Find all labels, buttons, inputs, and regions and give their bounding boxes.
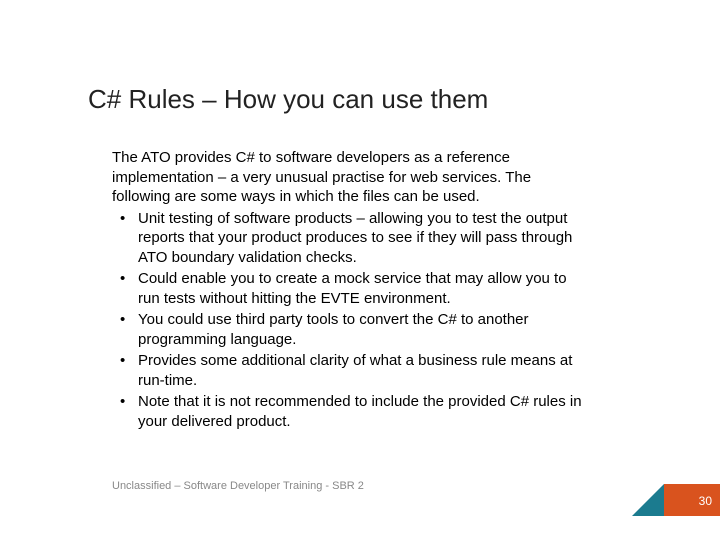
slide: C# Rules – How you can use them The ATO … (0, 0, 720, 540)
list-item: Could enable you to create a mock servic… (112, 269, 592, 308)
list-item: Provides some additional clarity of what… (112, 351, 592, 390)
slide-body: The ATO provides C# to software develope… (112, 148, 592, 433)
slide-title: C# Rules – How you can use them (88, 84, 488, 115)
bullet-list: Unit testing of software products – allo… (112, 209, 592, 432)
footer-classification: Unclassified – Software Developer Traini… (112, 480, 364, 492)
list-item: Note that it is not recommended to inclu… (112, 392, 592, 431)
page-number: 30 (699, 494, 712, 508)
intro-paragraph: The ATO provides C# to software develope… (112, 148, 592, 207)
list-item: You could use third party tools to conve… (112, 310, 592, 349)
teal-triangle-icon (632, 484, 664, 516)
list-item: Unit testing of software products – allo… (112, 209, 592, 268)
